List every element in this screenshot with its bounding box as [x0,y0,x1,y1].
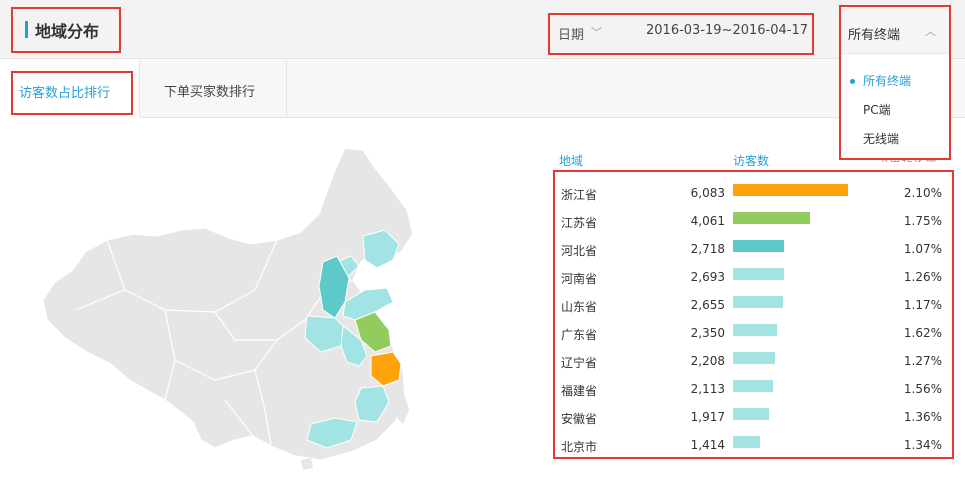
selected-dot-icon [850,79,855,84]
conversion-rate: 1.62% [903,326,942,340]
visitor-count: 4,061 [690,214,725,228]
tab-buyer-count[interactable]: 下单买家数排行 [140,60,287,118]
region-ranking-table: 浙江省 6,083 2.10% 江苏省 4,061 1.75% 河北省 2,718 1.07% 河… [553,170,954,459]
date-filter[interactable]: 日期 ﹀ 2016-03-19~2016-04-17 [548,13,814,55]
table-row[interactable]: 福建省 2,113 1.56% [555,368,952,398]
visitor-share-bar [733,380,773,392]
table-row[interactable]: 河北省 2,718 1.07% [555,228,952,258]
table-row[interactable]: 广东省 2,350 1.62% [555,312,952,342]
visitor-count: 1,917 [690,410,725,424]
conversion-rate: 1.34% [903,438,942,452]
chevron-down-icon[interactable]: ﹀ [591,24,602,40]
conversion-rate: 1.27% [903,354,942,368]
terminal-option-mobile[interactable]: 无线端 [863,130,899,147]
visitor-share-bar [733,408,769,420]
visitor-count: 1,414 [690,438,725,452]
visitor-count: 2,655 [690,298,725,312]
visitor-share-bar [733,436,760,448]
visitor-count: 2,718 [690,242,725,256]
region-name: 北京市 [561,440,598,454]
title-highlight-box: 地域分布 [11,7,121,53]
visitor-count: 2,113 [690,382,725,396]
conversion-rate: 1.17% [903,298,942,312]
conversion-rate: 1.75% [903,214,942,228]
tab-visitor-share[interactable]: 访客数占比排行 [0,60,140,118]
column-header-region[interactable]: 地域 [559,152,583,169]
terminal-dropdown-header[interactable]: 所有终端 ︿ [841,7,949,54]
terminal-option-all[interactable]: 所有终端 [863,72,911,89]
tab-label: 下单买家数排行 [164,85,256,100]
china-map [15,140,485,480]
table-row[interactable]: 辽宁省 2,208 1.27% [555,340,952,370]
conversion-rate: 1.26% [903,270,942,284]
table-row[interactable]: 河南省 2,693 1.26% [555,256,952,286]
date-label: 日期 [558,28,585,43]
page-title: 地域分布 [35,22,100,41]
tab-label: 访客数占比排行 [19,86,111,101]
table-row[interactable]: 北京市 1,414 1.34% [555,424,952,454]
visitor-share-bar [733,268,784,280]
visitor-count: 2,693 [690,270,725,284]
visitor-share-bar [733,212,810,224]
chevron-up-icon[interactable]: ︿ [925,23,936,39]
table-row[interactable]: 安徽省 1,917 1.36% [555,396,952,426]
visitor-share-bar [733,324,777,336]
tab-highlight-box: 访客数占比排行 [11,71,133,115]
column-header-visitors[interactable]: 访客数 [733,152,769,169]
terminal-dropdown[interactable]: 所有终端 ︿ 所有终端 PC端 无线端 [839,5,951,160]
visitor-count: 6,083 [690,186,725,200]
china-map-svg [42,147,414,470]
top-bar: 地域分布 日期 ﹀ 2016-03-19~2016-04-17 [0,0,965,59]
title-accent-bar [25,21,28,38]
table-row[interactable]: 山东省 2,655 1.17% [555,284,952,314]
conversion-rate: 1.07% [903,242,942,256]
visitor-share-bar [733,184,848,196]
visitor-share-bar [733,296,783,308]
conversion-rate: 2.10% [903,186,942,200]
visitor-share-bar [733,352,775,364]
conversion-rate: 1.36% [903,410,942,424]
table-row[interactable]: 江苏省 4,061 1.75% [555,200,952,230]
visitor-share-bar [733,240,784,252]
ranking-tabs: 访客数占比排行 下单买家数排行 [0,60,965,118]
terminal-option-pc[interactable]: PC端 [863,101,891,118]
visitor-count: 2,208 [690,354,725,368]
conversion-rate: 1.56% [903,382,942,396]
visitor-count: 2,350 [690,326,725,340]
table-row[interactable]: 浙江省 6,083 2.10% [555,172,952,202]
terminal-selected-value: 所有终端 [848,28,901,43]
date-range-value[interactable]: 2016-03-19~2016-04-17 [646,23,808,38]
map-province-hainan [301,458,313,470]
